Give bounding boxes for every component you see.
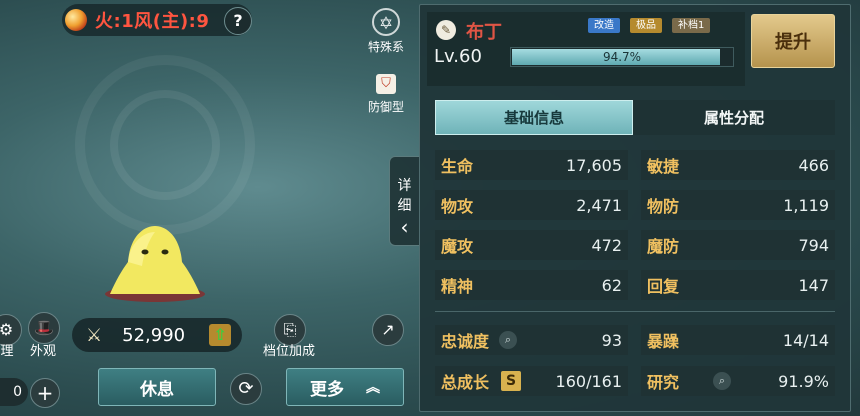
stat-label: 生命 — [441, 157, 474, 176]
pet-level: Lv.60 — [434, 46, 482, 67]
stat-value: 1,119 — [783, 195, 829, 215]
search-icon[interactable]: ⌕ — [713, 372, 732, 390]
stats-right-column: 敏捷 466 物防 1,119 魔防 794 回复 147 — [641, 150, 835, 300]
stat-value: 17,605 — [566, 155, 622, 175]
stat-label: 魔攻 — [441, 237, 474, 256]
stat-value: 466 — [798, 155, 829, 175]
upgrade-button[interactable]: 提升 — [751, 14, 835, 68]
stat-row: 敏捷 466 — [641, 150, 835, 180]
element-text: 火:1风(主):9 — [95, 11, 210, 32]
tag-supplement: 补档1 — [672, 18, 711, 33]
stat-row: 生命 17,605 — [435, 150, 628, 180]
research-value: 91.9% — [778, 371, 829, 391]
tab-attribute-allocation[interactable]: 属性分配 — [633, 100, 835, 135]
help-button[interactable]: ? — [224, 7, 252, 35]
pet-tags: 改造 极品 补档1 — [588, 18, 711, 33]
refresh-icon[interactable]: ⟳ — [230, 373, 262, 405]
share-button[interactable]: ↗ — [372, 314, 404, 346]
temper-value: 14/14 — [782, 330, 829, 350]
star-type-icon: ✡ — [372, 8, 400, 36]
pet-creature — [105, 226, 205, 302]
shield-icon: ⛉ — [376, 74, 396, 94]
growth-label: 总成长 — [441, 373, 490, 392]
rest-label: 休息 — [140, 379, 174, 400]
growth-row: 总成长 S 160/161 — [435, 366, 628, 396]
stat-row: 物攻 2,471 — [435, 190, 628, 220]
tag-modified: 改造 — [588, 18, 620, 33]
quantity-field[interactable]: 0 — [0, 378, 28, 406]
combat-power: ⚔ 52,990 ⇧ — [72, 318, 242, 352]
stat-row: 魔防 794 — [641, 230, 835, 260]
stat-value: 2,471 — [576, 195, 622, 215]
detail-char-1: 详 — [397, 178, 412, 194]
exp-progress-bar: 94.7% — [510, 47, 734, 67]
stats-left-column: 生命 17,605 物攻 2,471 魔攻 472 精神 62 — [435, 150, 628, 300]
upgrade-label: 提升 — [775, 32, 811, 53]
stat-value: 794 — [798, 235, 829, 255]
appearance-label: 外观 — [29, 344, 56, 359]
stat-label: 物攻 — [441, 197, 474, 216]
element-orb-icon — [65, 9, 87, 31]
more-label: 更多 — [310, 379, 344, 400]
stat-label: 回复 — [647, 277, 680, 296]
tab-attribute-allocation-label: 属性分配 — [703, 109, 764, 127]
temper-row: 暴躁 14/14 — [641, 325, 835, 355]
stat-value: 472 — [591, 235, 622, 255]
stat-row: 回复 147 — [641, 270, 835, 300]
tab-basic-info-label: 基础信息 — [503, 109, 564, 127]
plus-button[interactable]: + — [30, 378, 60, 408]
loyalty-label: 忠诚度 — [441, 332, 490, 351]
chevron-left-icon: ‹ — [400, 215, 409, 239]
loyalty-value: 93 — [601, 330, 622, 350]
search-icon[interactable]: ⌕ — [499, 331, 518, 349]
research-row: 研究 ⌕ 91.9% — [641, 366, 835, 396]
stat-label: 魔防 — [647, 237, 680, 256]
role-label: 防御型 — [367, 100, 404, 114]
type-badge[interactable]: ✡ 特殊系 — [356, 8, 416, 55]
share-icon: ↗ — [372, 314, 404, 346]
detail-tab[interactable]: 详 细 ‹ — [389, 156, 419, 246]
pet-name: 布丁 — [466, 22, 502, 43]
slot-bonus-label: 档位加成 — [262, 344, 315, 359]
rest-button[interactable]: 休息 — [98, 368, 216, 406]
research-label: 研究 — [647, 373, 680, 392]
exp-percent: 94.7% — [602, 50, 642, 64]
stat-label: 精神 — [441, 277, 474, 296]
crossed-swords-icon: ⚔ — [86, 324, 103, 346]
detail-char-2: 细 — [397, 198, 412, 214]
background-sigil-inner — [110, 90, 220, 200]
stat-value: 62 — [601, 275, 622, 295]
stat-row: 物防 1,119 — [641, 190, 835, 220]
rename-pencil-icon[interactable]: ✎ — [436, 20, 456, 40]
stat-row: 精神 62 — [435, 270, 628, 300]
tag-premium: 极品 — [630, 18, 662, 33]
tab-basic-info[interactable]: 基础信息 — [435, 100, 633, 135]
manage-label: 理 — [0, 344, 14, 359]
temper-label: 暴躁 — [647, 332, 680, 351]
power-up-icon[interactable]: ⇧ — [209, 324, 232, 346]
info-tabs: 基础信息 属性分配 — [435, 100, 835, 135]
role-badge[interactable]: ⛉ 防御型 — [356, 74, 416, 115]
growth-grade-badge: S — [501, 371, 522, 391]
loyalty-row: 忠诚度 ⌕ 93 — [435, 325, 628, 355]
growth-value: 160/161 — [555, 371, 622, 391]
type-label: 特殊系 — [367, 40, 404, 54]
more-button[interactable]: 更多 ︽ — [286, 368, 404, 406]
chevron-up-icon: ︽ — [366, 380, 380, 396]
divider — [435, 311, 835, 312]
stat-value: 147 — [798, 275, 829, 295]
stat-label: 敏捷 — [647, 157, 680, 176]
stat-row: 魔攻 472 — [435, 230, 628, 260]
stat-label: 物防 — [647, 197, 680, 216]
power-value: 52,990 — [122, 324, 186, 346]
